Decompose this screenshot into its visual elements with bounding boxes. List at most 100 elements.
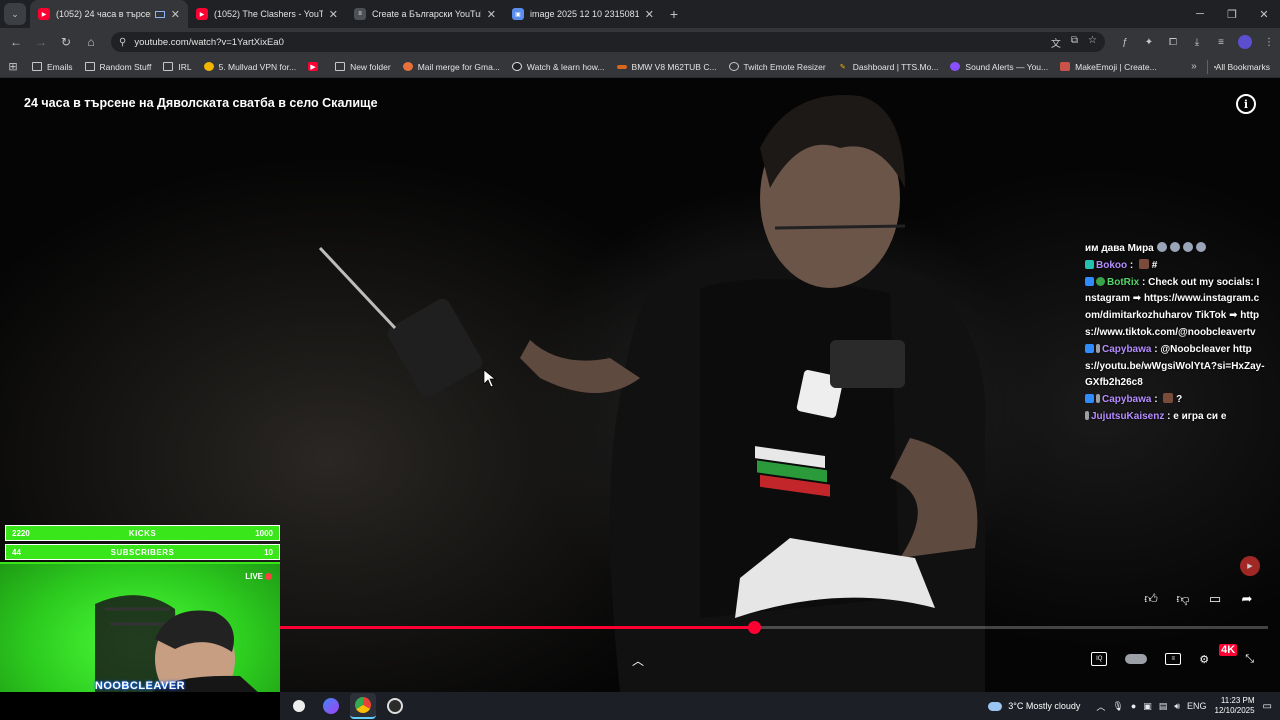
install-app-icon[interactable]: ⧉ [1071, 35, 1078, 50]
bookmark-item[interactable]: Mail merge for Gma... [397, 56, 506, 78]
close-window-icon[interactable]: ✕ [1248, 0, 1280, 28]
new-tab-button[interactable]: + [662, 6, 686, 22]
chevron-up-icon[interactable]: ︿ [632, 652, 644, 669]
bookmark-label: Mail merge for Gma... [417, 61, 500, 72]
close-icon[interactable]: ✕ [171, 8, 180, 21]
home-icon[interactable]: ⌂ [79, 30, 103, 54]
reload-icon[interactable]: ↻ [54, 30, 78, 54]
notifications-icon[interactable]: ▭ [1263, 701, 1272, 712]
chat-text: : [1127, 259, 1136, 271]
bookmark-label: 5. Mullvad VPN for... [218, 61, 297, 72]
restore-icon[interactable]: ❐ [1216, 0, 1248, 28]
window-controls: ─ ❐ ✕ [1184, 0, 1280, 28]
tab-0[interactable]: ▶ (1052) 24 часа в търсене на ✕ [30, 0, 188, 28]
folder-icon [335, 62, 346, 71]
bookmark-item[interactable]: ✎ Dashboard | TTS.Mo... [832, 56, 945, 78]
extension-icon[interactable]: ƒ [1115, 32, 1135, 52]
dislike-icon[interactable]: 👎︎ [1174, 590, 1192, 608]
bookmark-item[interactable]: MakeEmoji | Create... [1054, 56, 1163, 78]
image-icon: ▣ [512, 8, 524, 20]
like-icon[interactable]: 👍︎ [1142, 590, 1160, 608]
minimize-icon[interactable]: ─ [1184, 0, 1216, 28]
chat-text: им дава Мира [1085, 243, 1154, 254]
emote-icon [1195, 242, 1206, 252]
close-icon[interactable]: ✕ [329, 8, 338, 21]
bookmark-item[interactable]: Watch & learn how... [506, 56, 611, 78]
bookmark-item[interactable]: Twitch Emote Resizer [723, 56, 832, 78]
cloud-icon [988, 701, 1003, 711]
taskbar-app-icon[interactable] [318, 693, 344, 719]
youtube-float-icon[interactable]: ▶ [1240, 556, 1260, 576]
profile-avatar[interactable] [1238, 35, 1252, 49]
all-bookmarks-button[interactable]: All Bookmarks [1206, 59, 1280, 74]
address-bar[interactable]: ⚲ youtube.com/watch?v=1YartXixEa0 文 ⧉ ☆ [111, 32, 1105, 52]
comments-icon[interactable]: ▭ [1206, 590, 1224, 608]
chat-username: Capybawa [1102, 343, 1152, 355]
downloads-icon[interactable]: ⤓ [1187, 32, 1207, 52]
bookmark-item[interactable]: Emails [26, 56, 79, 78]
volume-icon[interactable]: 🔊︎ [1174, 701, 1180, 712]
bookmark-star-icon[interactable]: ☆ [1088, 35, 1097, 50]
bookmark-item[interactable]: BMW V8 M62TUB C... [611, 56, 723, 78]
tab-1[interactable]: ▶ (1052) The Clashers - YouTube ✕ [188, 0, 346, 28]
video-title: 24 часа в търсене на Дяволската сватба в… [24, 96, 378, 110]
back-icon[interactable]: ← [4, 30, 28, 54]
share-icon[interactable]: ➦ [1238, 590, 1256, 608]
tab-title: (1052) 24 часа в търсене на [56, 9, 151, 19]
autoplay-toggle[interactable] [1125, 654, 1148, 664]
taskbar-chrome-icon[interactable] [350, 693, 376, 719]
bookmark-item[interactable]: 5. Mullvad VPN for... [198, 56, 302, 78]
folder-icon [32, 62, 42, 71]
folder-icon [163, 62, 174, 71]
chevron-up-icon[interactable]: ︿ [1096, 700, 1105, 713]
chat-text: # [1151, 259, 1158, 271]
bookmark-item[interactable]: ▶ [302, 56, 329, 78]
language-indicator[interactable]: ENG [1187, 701, 1207, 711]
site-info-icon[interactable]: ⚲ [119, 37, 126, 48]
bookmark-item[interactable]: Sound Alerts — You... [944, 56, 1054, 78]
close-icon[interactable]: ✕ [487, 8, 496, 21]
network-icon[interactable]: ▤ [1159, 701, 1168, 712]
media-control-icon[interactable]: ≡ [1211, 32, 1231, 52]
chat-username: JujutsuKaisenz [1091, 410, 1165, 422]
tab-search-button[interactable]: ⌄ [4, 3, 26, 25]
bookmark-item[interactable]: Random Stuff [79, 56, 158, 78]
folder-icon [84, 62, 95, 71]
weather-widget[interactable]: 3°C Mostly cloudy [988, 701, 1080, 711]
progress-bar[interactable] [280, 621, 1268, 634]
settings-icon[interactable]: ⚙ 4K [1199, 644, 1238, 666]
document-icon: ≡ [354, 8, 366, 20]
apps-grid-icon[interactable]: ⊞ [0, 60, 26, 73]
bookmark-item[interactable]: New folder [329, 56, 397, 78]
more-bookmarks-icon[interactable]: » [1181, 61, 1207, 72]
extensions-puzzle-icon[interactable]: ⧠ [1163, 32, 1183, 52]
info-icon[interactable]: i [1236, 94, 1256, 114]
chat-text: : е игра си е [1164, 410, 1227, 422]
chat-username: Bokoo [1096, 259, 1128, 271]
subtitles-icon[interactable]: ≡ [1165, 653, 1182, 665]
taskbar-obs-icon[interactable] [382, 693, 408, 719]
miniplayer-icon[interactable]: IQ [1091, 652, 1108, 666]
forward-icon[interactable]: → [29, 30, 53, 54]
chat-message: Capybawa : @Noobcleaver https://youtu.be… [1085, 342, 1265, 392]
clock[interactable]: 11:23 PM 12/10/2025 [1215, 696, 1255, 716]
record-dot-icon [265, 573, 272, 580]
exit-fullscreen-icon[interactable]: ⤡ [1245, 653, 1254, 666]
tab-3[interactable]: ▣ image 2025 12 10 231508177 h ✕ [504, 0, 662, 28]
video-player[interactable]: 24 часа в търсене на Дяволската сватба в… [0, 78, 1280, 692]
webcam-scene [95, 595, 258, 692]
tray-app-icon[interactable]: ● [1131, 701, 1136, 711]
bookmark-item[interactable]: IRL [157, 56, 197, 78]
menu-icon[interactable]: ⋮ [1259, 32, 1279, 52]
taskbar-app-icon[interactable] [286, 693, 312, 719]
tab-title: (1052) The Clashers - YouTube [214, 9, 323, 19]
bookmark-label: Dashboard | TTS.Mo... [852, 61, 939, 72]
tab-2[interactable]: ≡ Create a Български YouTube-р ✕ [346, 0, 504, 28]
all-bookmarks-label: All Bookmarks [1215, 61, 1270, 72]
extension-icon[interactable]: ✦ [1139, 32, 1159, 52]
close-icon[interactable]: ✕ [645, 8, 654, 21]
user-badge-icon [1096, 343, 1100, 353]
tray-app-icon[interactable]: ▣ [1143, 701, 1152, 712]
translate-icon[interactable]: 文 [1051, 35, 1061, 50]
microphone-icon[interactable]: 🎙︎ [1112, 701, 1123, 712]
